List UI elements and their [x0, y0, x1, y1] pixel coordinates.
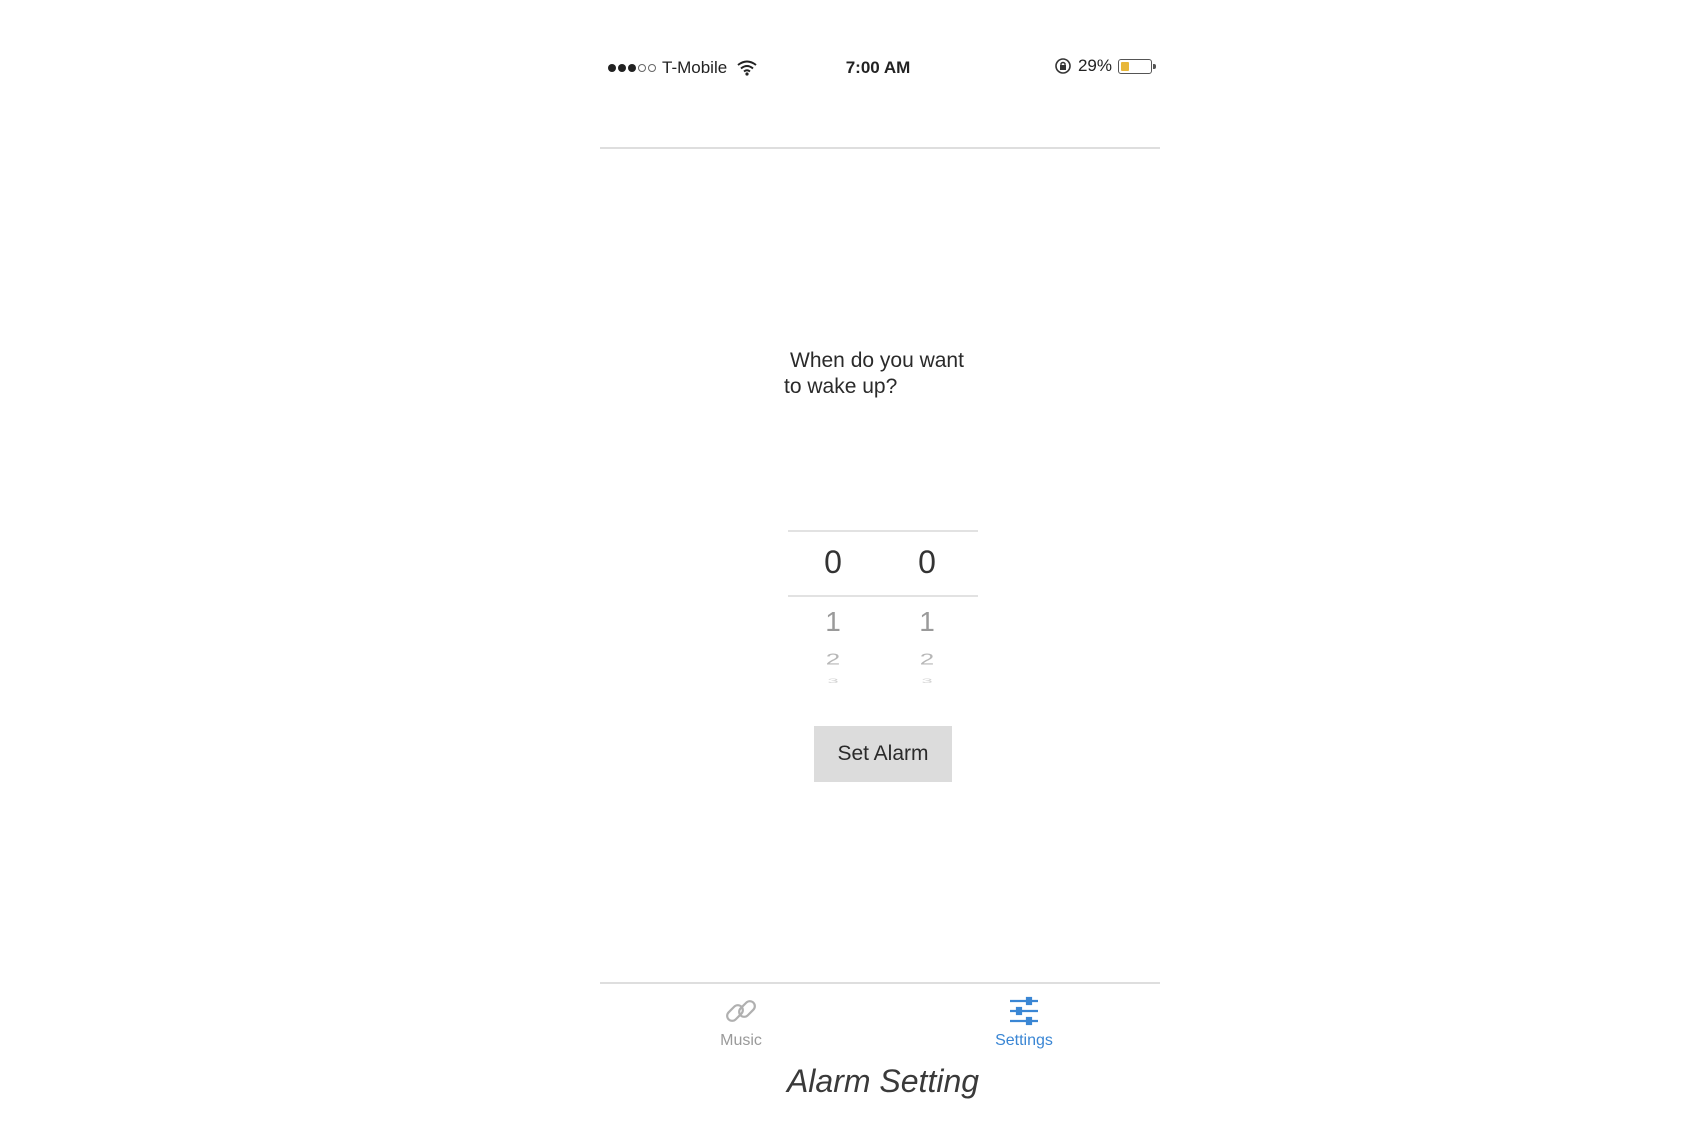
rotation-lock-icon — [1055, 58, 1071, 74]
battery-icon — [1118, 58, 1156, 74]
tab-music-label: Music — [720, 1032, 762, 1049]
status-bar: T-Mobile 7:00 AM 29% — [596, 40, 1160, 94]
hour-option-faded: 3 — [827, 678, 839, 685]
tab-bar-divider — [600, 982, 1160, 984]
minute-option[interactable]: 2 — [882, 650, 972, 669]
page: T-Mobile 7:00 AM 29% When do you want to… — [0, 0, 1698, 1140]
tab-settings[interactable]: Settings — [964, 992, 1084, 1050]
hour-option[interactable]: 1 — [788, 606, 878, 638]
phone-screen: T-Mobile 7:00 AM 29% When do you want to… — [596, 40, 1160, 1049]
set-alarm-button[interactable]: Set Alarm — [814, 726, 952, 782]
wake-up-prompt: When do you want to wake up? — [784, 348, 984, 400]
sliders-icon — [1010, 996, 1038, 1026]
nav-bar-divider — [600, 147, 1160, 149]
battery-percent: 29% — [1077, 56, 1112, 75]
link-icon — [726, 1000, 756, 1022]
minute-option[interactable]: 1 — [882, 606, 972, 638]
hour-option[interactable]: 2 — [788, 650, 878, 669]
prompt-line-2: to wake up? — [784, 375, 898, 398]
minute-picker-wheel[interactable]: 0 1 2 3 — [882, 530, 972, 690]
minute-selected-value: 0 — [918, 544, 936, 580]
tab-music[interactable]: Music — [681, 992, 801, 1050]
minute-option-faded: 3 — [921, 678, 933, 685]
time-picker[interactable]: 0 1 2 3 0 1 2 3 — [788, 530, 978, 690]
hour-picker-wheel[interactable]: 0 1 2 3 — [788, 530, 878, 690]
prompt-line-1: When do you want — [790, 349, 964, 372]
battery-level-fill — [1121, 61, 1129, 71]
tab-settings-label: Settings — [995, 1032, 1053, 1049]
hour-selected-value: 0 — [824, 544, 842, 580]
figure-caption: Alarm Setting — [786, 1063, 980, 1099]
status-right: 29% — [1054, 56, 1156, 76]
